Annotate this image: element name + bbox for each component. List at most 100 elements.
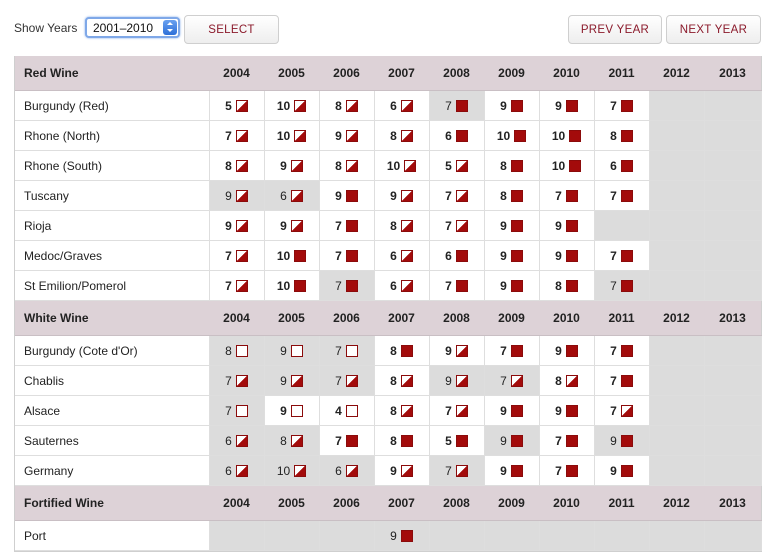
vintage-cell[interactable]: 9 (484, 90, 540, 121)
vintage-cell[interactable]: 7 (209, 240, 265, 271)
vintage-cell[interactable]: 7 (209, 365, 265, 396)
vintage-cell[interactable]: 9 (484, 240, 540, 271)
vintage-cell[interactable]: 9 (374, 180, 430, 211)
vintage-cell[interactable]: 9 (319, 120, 375, 151)
vintage-cell[interactable]: 8 (209, 335, 265, 366)
vintage-cell[interactable]: 10 (264, 240, 320, 271)
vintage-cell[interactable]: 8 (539, 270, 595, 301)
vintage-cell[interactable]: 6 (374, 240, 430, 271)
vintage-cell[interactable]: 7 (209, 270, 265, 301)
vintage-cell[interactable]: 6 (429, 120, 485, 151)
vintage-cell[interactable]: 7 (429, 90, 485, 121)
region-name[interactable]: Port (15, 520, 210, 551)
vintage-cell[interactable]: 8 (374, 210, 430, 241)
vintage-cell[interactable]: 7 (429, 180, 485, 211)
vintage-cell[interactable]: 9 (484, 425, 540, 456)
vintage-cell[interactable]: 6 (319, 455, 375, 486)
vintage-cell[interactable]: 10 (374, 150, 430, 181)
vintage-cell[interactable]: 8 (484, 180, 540, 211)
region-name[interactable]: Rhone (South) (15, 150, 210, 181)
vintage-cell[interactable]: 10 (264, 270, 320, 301)
vintage-cell[interactable]: 8 (209, 150, 265, 181)
vintage-cell[interactable]: 7 (209, 120, 265, 151)
vintage-cell[interactable]: 8 (539, 365, 595, 396)
vintage-cell[interactable]: 7 (539, 180, 595, 211)
vintage-cell[interactable]: 7 (594, 270, 650, 301)
vintage-cell[interactable]: 7 (429, 210, 485, 241)
vintage-cell[interactable]: 8 (374, 335, 430, 366)
vintage-cell[interactable]: 7 (539, 455, 595, 486)
vintage-cell[interactable]: 8 (374, 395, 430, 426)
vintage-cell[interactable]: 8 (374, 425, 430, 456)
region-name[interactable]: Tuscany (15, 180, 210, 211)
vintage-cell[interactable]: 9 (264, 210, 320, 241)
region-name[interactable]: Rioja (15, 210, 210, 241)
vintage-cell[interactable]: 7 (484, 365, 540, 396)
region-name[interactable]: Burgundy (Cote d'Or) (15, 335, 210, 366)
vintage-cell[interactable]: 9 (429, 365, 485, 396)
vintage-cell[interactable]: 8 (374, 120, 430, 151)
vintage-cell[interactable]: 10 (484, 120, 540, 151)
vintage-cell[interactable]: 7 (539, 425, 595, 456)
vintage-cell[interactable]: 9 (319, 180, 375, 211)
vintage-cell[interactable]: 10 (539, 120, 595, 151)
vintage-cell[interactable]: 9 (264, 150, 320, 181)
prev-year-button[interactable]: PREV YEAR (568, 15, 662, 44)
region-name[interactable]: Germany (15, 455, 210, 486)
vintage-cell[interactable]: 9 (539, 210, 595, 241)
vintage-cell[interactable]: 9 (539, 335, 595, 366)
vintage-cell[interactable]: 8 (319, 90, 375, 121)
vintage-cell[interactable]: 9 (539, 240, 595, 271)
vintage-cell[interactable]: 9 (484, 395, 540, 426)
vintage-cell[interactable]: 9 (209, 180, 265, 211)
vintage-cell[interactable]: 6 (374, 90, 430, 121)
vintage-cell[interactable]: 8 (374, 365, 430, 396)
vintage-cell[interactable]: 9 (539, 90, 595, 121)
vintage-cell[interactable]: 7 (429, 455, 485, 486)
vintage-cell[interactable]: 4 (319, 395, 375, 426)
vintage-cell[interactable]: 7 (429, 270, 485, 301)
vintage-cell[interactable]: 7 (594, 335, 650, 366)
vintage-cell[interactable]: 9 (374, 520, 430, 551)
vintage-cell[interactable]: 7 (429, 395, 485, 426)
vintage-cell[interactable]: 10 (264, 90, 320, 121)
vintage-cell[interactable]: 7 (594, 365, 650, 396)
vintage-cell[interactable]: 7 (319, 335, 375, 366)
vintage-cell[interactable]: 9 (264, 365, 320, 396)
vintage-cell[interactable]: 7 (319, 425, 375, 456)
region-name[interactable]: Burgundy (Red) (15, 90, 210, 121)
region-name[interactable]: Medoc/Graves (15, 240, 210, 271)
vintage-cell[interactable]: 5 (209, 90, 265, 121)
vintage-cell[interactable]: 5 (429, 425, 485, 456)
region-name[interactable]: Chablis (15, 365, 210, 396)
vintage-cell[interactable]: 7 (209, 395, 265, 426)
year-range-select[interactable]: 2001–2010 (85, 17, 180, 38)
vintage-cell[interactable]: 10 (264, 120, 320, 151)
vintage-cell[interactable]: 6 (209, 455, 265, 486)
vintage-cell[interactable]: 9 (209, 210, 265, 241)
vintage-cell[interactable]: 9 (539, 395, 595, 426)
vintage-cell[interactable]: 8 (264, 425, 320, 456)
next-year-button[interactable]: NEXT YEAR (666, 15, 761, 44)
vintage-cell[interactable]: 6 (264, 180, 320, 211)
vintage-cell[interactable]: 7 (594, 180, 650, 211)
vintage-cell[interactable]: 7 (319, 270, 375, 301)
vintage-cell[interactable]: 9 (484, 270, 540, 301)
select-button[interactable]: SELECT (184, 15, 279, 44)
region-name[interactable]: Sauternes (15, 425, 210, 456)
vintage-cell[interactable]: 8 (484, 150, 540, 181)
vintage-cell[interactable]: 10 (539, 150, 595, 181)
vintage-cell[interactable]: 6 (429, 240, 485, 271)
vintage-cell[interactable]: 9 (264, 395, 320, 426)
region-name[interactable]: Rhone (North) (15, 120, 210, 151)
vintage-cell[interactable]: 7 (484, 335, 540, 366)
vintage-cell[interactable]: 6 (594, 150, 650, 181)
vintage-cell[interactable]: 9 (594, 425, 650, 456)
vintage-cell[interactable]: 7 (594, 90, 650, 121)
vintage-cell[interactable]: 9 (594, 455, 650, 486)
vintage-cell[interactable]: 7 (319, 210, 375, 241)
vintage-cell[interactable]: 9 (429, 335, 485, 366)
vintage-cell[interactable]: 7 (319, 365, 375, 396)
vintage-cell[interactable]: 9 (484, 455, 540, 486)
region-name[interactable]: St Emilion/Pomerol (15, 270, 210, 301)
